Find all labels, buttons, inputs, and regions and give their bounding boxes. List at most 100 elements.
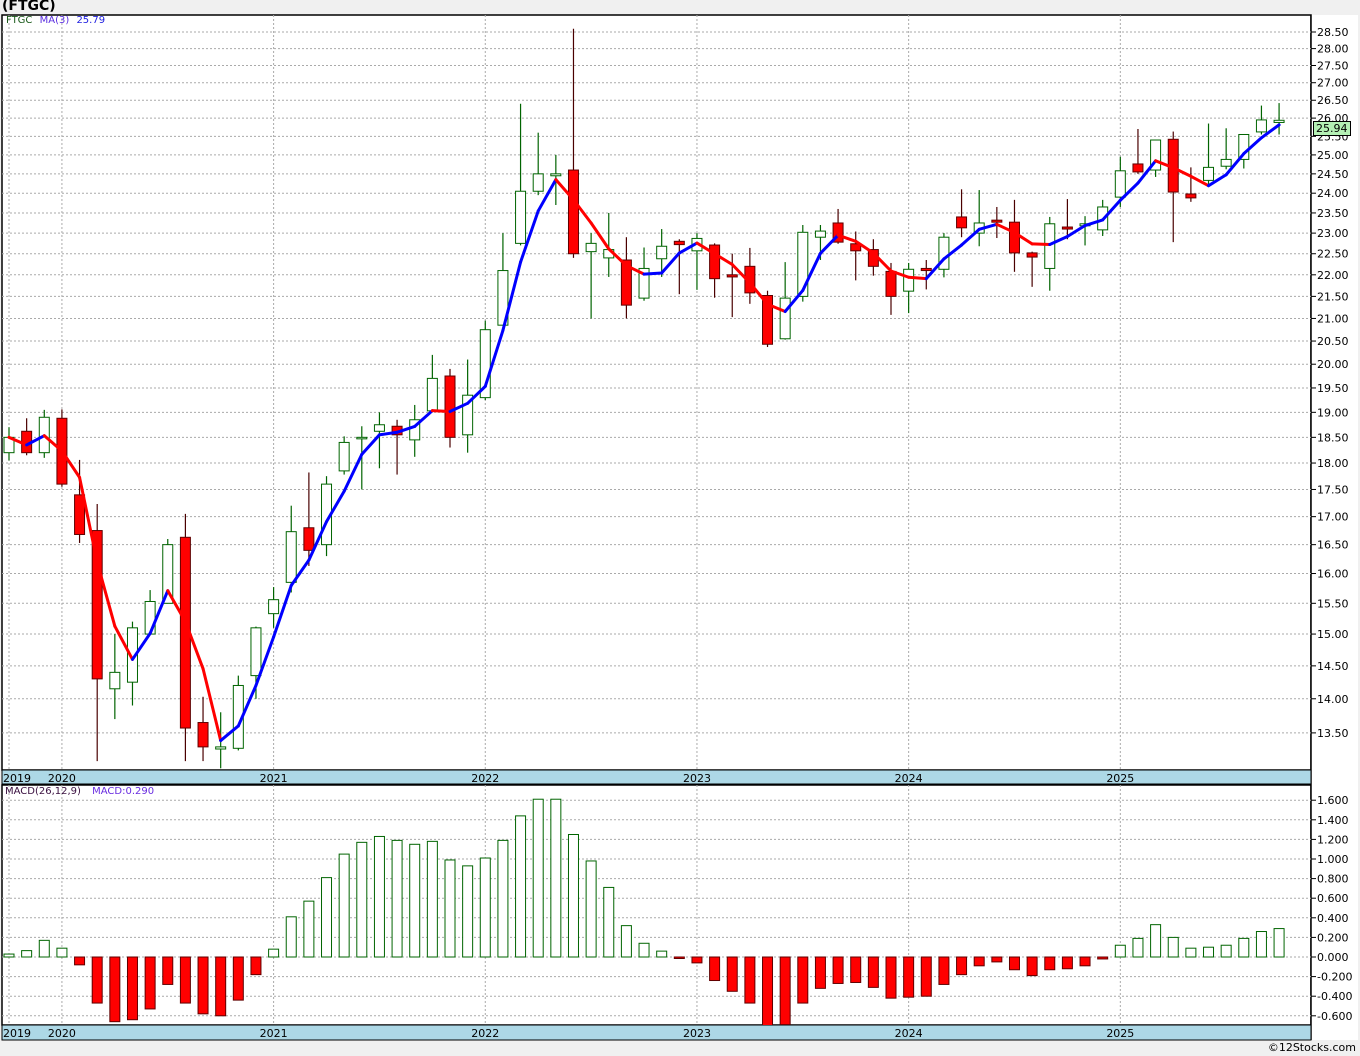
macd-bar [215,956,227,1017]
candle [179,513,191,762]
macd-label: MACD(26,12,9) [5,786,81,797]
candle-body [1114,170,1126,198]
price-tick-label: 15.50 [1317,597,1349,610]
macd-bar [814,956,826,989]
legend-ma-label: MA(3) [39,15,70,26]
candle-body [656,245,668,260]
macd-bar [373,835,385,958]
macd-bar [1097,956,1109,960]
macd-bar [515,815,527,958]
macd-x-tick-label: 2019 [3,1027,31,1040]
candle-body [585,242,597,253]
candle-body [1203,166,1215,181]
price-tick-label: 28.50 [1317,26,1349,39]
macd-bar [268,948,280,958]
macd-bar [1185,947,1197,958]
price-tick-label: 27.00 [1317,77,1349,90]
price-tick-label: 17.00 [1317,511,1349,524]
macd-tick-label: -0.400 [1317,990,1352,1003]
macd-tick-label: 1.000 [1317,853,1349,866]
macd-legend: MACD(26,12,9) MACD:0.290 [5,786,154,797]
candle [338,436,350,475]
macd-bar [1132,937,1144,958]
price-tick-label: 16.50 [1317,539,1349,552]
macd-bar [1238,937,1250,958]
macd-bar [1273,928,1285,958]
macd-bar [250,956,262,976]
macd-bar [285,916,297,958]
candle-body [1255,119,1267,133]
macd-bar [444,859,456,958]
price-tick-label: 15.00 [1317,628,1349,641]
candle [444,368,456,448]
macd-bar [885,956,897,999]
macd-bar [1026,956,1038,977]
macd-tick-label: -0.600 [1317,1010,1352,1023]
macd-bar [1150,924,1162,958]
candle-body [215,746,227,750]
macd-bar [920,956,932,997]
macd-bar [391,839,403,958]
price-tick-label: 18.50 [1317,431,1349,444]
price-tick-label: 19.00 [1317,406,1349,419]
price-tick-label: 21.00 [1317,312,1349,325]
macd-bar [1114,944,1126,958]
macd-bar [532,798,544,958]
macd-bar [797,956,809,1004]
macd-bar [779,956,791,1025]
macd-tick-label: 0.200 [1317,931,1349,944]
macd-bar [126,956,138,1021]
macd-bar [726,956,738,992]
macd-bar [462,865,474,958]
macd-bar [74,956,86,966]
candle-body [285,531,297,583]
macd-bar [691,956,703,964]
copyright: ©12Stocks.com [1267,1041,1356,1054]
macd-bar [585,860,597,958]
macd-bar [656,950,668,958]
macd-bar [709,956,721,982]
macd-bar [356,841,368,958]
macd-bar [197,956,209,1015]
price-tick-label: 24.50 [1317,168,1349,181]
candle-body [550,173,562,177]
macd-x-tick-label: 2020 [48,1027,76,1040]
price-tick-label: 17.50 [1317,483,1349,496]
price-tick-label: 14.50 [1317,660,1349,673]
macd-bar [409,843,421,958]
macd-bar [338,853,350,958]
macd-bar [38,939,50,958]
macd-bar [991,956,1003,963]
legend-symbol: FTGC [6,15,33,26]
candle-body [268,599,280,615]
macd-bar [1061,956,1073,970]
macd-tick-label: -0.200 [1317,971,1352,984]
price-legend: FTGC MA(3) 25.79 [6,15,105,26]
macd-x-tick-label: 2023 [683,1027,711,1040]
ma-segment [1030,242,1052,246]
macd-bar [144,956,156,1010]
candle-body [444,375,456,438]
macd-bar [21,950,33,958]
macd-bar [497,839,509,958]
price-x-tick-label: 2021 [260,772,288,785]
macd-x-tick-label: 2025 [1106,1027,1134,1040]
price-tick-label: 24.00 [1317,187,1349,200]
macd-bar [938,956,950,985]
candle-body [814,230,826,238]
price-tick-label: 16.00 [1317,568,1349,581]
price-tick-label: 25.00 [1317,149,1349,162]
price-tick-label: 20.50 [1317,335,1349,348]
price-x-tick-label: 2019 [3,772,31,785]
macd-bar [1167,936,1179,958]
candle-body [1044,223,1056,269]
macd-bar [638,942,650,958]
macd-bar [232,956,244,1001]
price-tick-label: 14.00 [1317,693,1349,706]
price-tick-label: 23.00 [1317,227,1349,240]
macd-tick-label: 0.600 [1317,892,1349,905]
price-tick-label: 22.50 [1317,248,1349,261]
candle-body [426,377,438,412]
macd-bar [1203,946,1215,958]
macd-bar [1220,944,1232,958]
